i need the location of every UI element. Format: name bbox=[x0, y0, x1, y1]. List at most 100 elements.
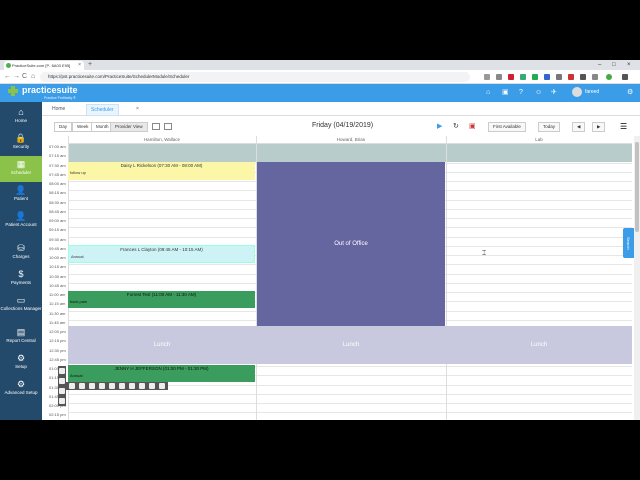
appointment-card[interactable]: JENNY H JEFFERSON (01:00 PM - 01:30 PM) … bbox=[68, 365, 255, 382]
extension-icon[interactable] bbox=[556, 74, 562, 80]
extension-icon[interactable] bbox=[592, 74, 598, 80]
tab-home[interactable]: Home bbox=[52, 104, 65, 114]
home-icon[interactable]: ⌂ bbox=[486, 88, 490, 98]
news-icon[interactable]: ▣ bbox=[502, 88, 509, 98]
tab-label: Scheduler bbox=[91, 107, 114, 113]
calendar-icon[interactable] bbox=[129, 383, 135, 389]
sidebar-item-home[interactable]: ⌂ Home bbox=[0, 104, 42, 130]
sidebar-item-collections[interactable]: ▭ Collections Manager bbox=[0, 292, 42, 322]
window-close-button[interactable]: × bbox=[627, 60, 631, 70]
reload-icon[interactable]: C bbox=[22, 72, 27, 82]
minimize-button[interactable]: – bbox=[598, 60, 601, 70]
appointment-card[interactable]: Daisy L Rickelson (07:30 AM - 08:00 AM) … bbox=[68, 162, 255, 180]
time-label: 09:00 am bbox=[49, 218, 66, 223]
play-icon[interactable]: ▶ bbox=[437, 123, 442, 131]
time-label: 02:15 pm bbox=[49, 412, 66, 418]
scrollbar-thumb[interactable] bbox=[635, 142, 639, 232]
browser-tab[interactable]: PracticeSuite.com [P- 6A03 E95] × bbox=[4, 61, 84, 70]
prev-day-button[interactable]: ◀ bbox=[572, 122, 586, 132]
help-icon[interactable]: ? bbox=[519, 88, 523, 98]
eligibility-icon[interactable] bbox=[139, 383, 145, 389]
extension-icon[interactable] bbox=[508, 74, 514, 80]
browser-tabbar: PracticeSuite.com [P- 6A03 E95] × + – □ … bbox=[0, 60, 640, 70]
forward-icon[interactable]: → bbox=[13, 72, 20, 82]
sidebar-item-payments[interactable]: $ Payments bbox=[0, 266, 42, 292]
profile-icon[interactable] bbox=[606, 74, 612, 80]
sidebar-item-security[interactable]: 🔒 Security bbox=[0, 130, 42, 156]
appointment-action-toolbar bbox=[66, 382, 168, 390]
extension-icon[interactable] bbox=[520, 74, 526, 80]
edit-icon[interactable] bbox=[59, 368, 65, 374]
extension-icon[interactable] bbox=[580, 74, 586, 80]
url-field[interactable]: https://pst.practicesuite.com/PracticeSu… bbox=[40, 72, 470, 82]
address-bar-row: ← → C ⌂ https://pst.practicesuite.com/Pr… bbox=[0, 70, 640, 84]
unavailable-band bbox=[68, 144, 632, 162]
copy-icon[interactable] bbox=[59, 378, 65, 384]
sidebar-item-scheduler[interactable]: ▦ Scheduler bbox=[0, 156, 42, 182]
today-button[interactable]: Today bbox=[538, 122, 561, 132]
sidebar-item-patient-account[interactable]: 👤 Patient Account bbox=[0, 208, 42, 238]
payment-icon[interactable] bbox=[149, 383, 155, 389]
scrollbar[interactable] bbox=[634, 136, 640, 420]
appointment-card[interactable]: Forrest Test (11:00 AM - 11:30 AM) back … bbox=[68, 291, 255, 308]
extension-icon[interactable] bbox=[568, 74, 574, 80]
menu-icon[interactable]: ☰ bbox=[620, 123, 627, 131]
note-icon[interactable] bbox=[109, 383, 115, 389]
sidebar-item-label: Setup bbox=[15, 364, 27, 369]
appointment-note: back pain bbox=[70, 299, 88, 304]
settings-icon[interactable]: ⚙ bbox=[627, 88, 633, 98]
print-icon[interactable] bbox=[119, 383, 125, 389]
user-name[interactable]: fareed bbox=[585, 89, 599, 95]
tab-close-icon[interactable]: × bbox=[136, 104, 139, 114]
sidebar-item-patient[interactable]: 👤 Patient bbox=[0, 182, 42, 208]
sidebar-item-setup[interactable]: ⚙ Setup bbox=[0, 350, 42, 376]
out-of-office-block[interactable]: Out of Office bbox=[257, 162, 445, 326]
delete-icon[interactable] bbox=[59, 398, 65, 404]
new-tab-button[interactable]: + bbox=[88, 60, 92, 70]
report-icon: ▤ bbox=[16, 327, 26, 337]
next-day-button[interactable]: ▶ bbox=[592, 122, 606, 132]
provider-view-button[interactable]: Provider View bbox=[110, 122, 148, 132]
sidebar-item-charges[interactable]: ⛁ Charges bbox=[0, 240, 42, 266]
extension-icon[interactable] bbox=[496, 74, 502, 80]
tab-close-icon[interactable]: × bbox=[78, 61, 81, 70]
search-side-tab[interactable]: Search bbox=[623, 228, 634, 258]
appointment-note: Annual bbox=[71, 254, 84, 259]
document-icon[interactable] bbox=[99, 383, 105, 389]
browser-menu-icon[interactable] bbox=[622, 74, 628, 80]
patient-account-icon[interactable] bbox=[89, 383, 95, 389]
home-icon[interactable]: ⌂ bbox=[31, 72, 35, 82]
pdf-icon[interactable]: ▣ bbox=[469, 123, 476, 131]
send-icon[interactable]: ✈ bbox=[551, 88, 557, 98]
appointment-title: Forrest Test (11:00 AM - 11:30 AM) bbox=[126, 292, 197, 297]
edit-icon[interactable] bbox=[159, 383, 165, 389]
avatar[interactable] bbox=[572, 87, 582, 97]
time-label: 07:15 am bbox=[49, 153, 66, 159]
lunch-block: Lunch bbox=[68, 326, 256, 364]
sidebar-item-label: Charges bbox=[12, 254, 30, 259]
star-icon[interactable] bbox=[484, 74, 490, 80]
refresh-icon[interactable]: ↻ bbox=[453, 123, 459, 131]
chat-icon[interactable]: ☺ bbox=[535, 88, 542, 98]
extension-icon[interactable] bbox=[544, 74, 550, 80]
list-view-icon[interactable] bbox=[164, 123, 172, 130]
logo-text: practicesuite bbox=[22, 85, 78, 95]
check-in-icon[interactable] bbox=[69, 383, 75, 389]
app-tabs: Home Scheduler × bbox=[42, 102, 640, 116]
tab-scheduler[interactable]: Scheduler bbox=[86, 104, 119, 116]
first-available-button[interactable]: First Available bbox=[488, 122, 526, 132]
back-icon[interactable]: ← bbox=[4, 72, 11, 82]
extension-icon[interactable] bbox=[532, 74, 538, 80]
sidebar-item-advanced-setup[interactable]: ⚙ Advanced Setup bbox=[0, 376, 42, 406]
appointment-card[interactable]: Frances L Clayton (09:45 AM - 10:15 AM) … bbox=[68, 245, 255, 263]
mouse-cursor-icon: ⌶ bbox=[482, 250, 487, 257]
grid-view-icon[interactable] bbox=[152, 123, 160, 130]
cut-icon[interactable] bbox=[59, 388, 65, 394]
patient-icon[interactable] bbox=[79, 383, 85, 389]
sidebar-item-label: Security bbox=[12, 144, 30, 149]
maximize-button[interactable]: □ bbox=[612, 60, 616, 70]
day-view-button[interactable]: Day bbox=[54, 122, 73, 132]
time-label: 07:45 am bbox=[49, 171, 66, 177]
sidebar-item-report-central[interactable]: ▤ Report Central bbox=[0, 324, 42, 350]
time-label: 12:15 pm bbox=[49, 338, 66, 344]
